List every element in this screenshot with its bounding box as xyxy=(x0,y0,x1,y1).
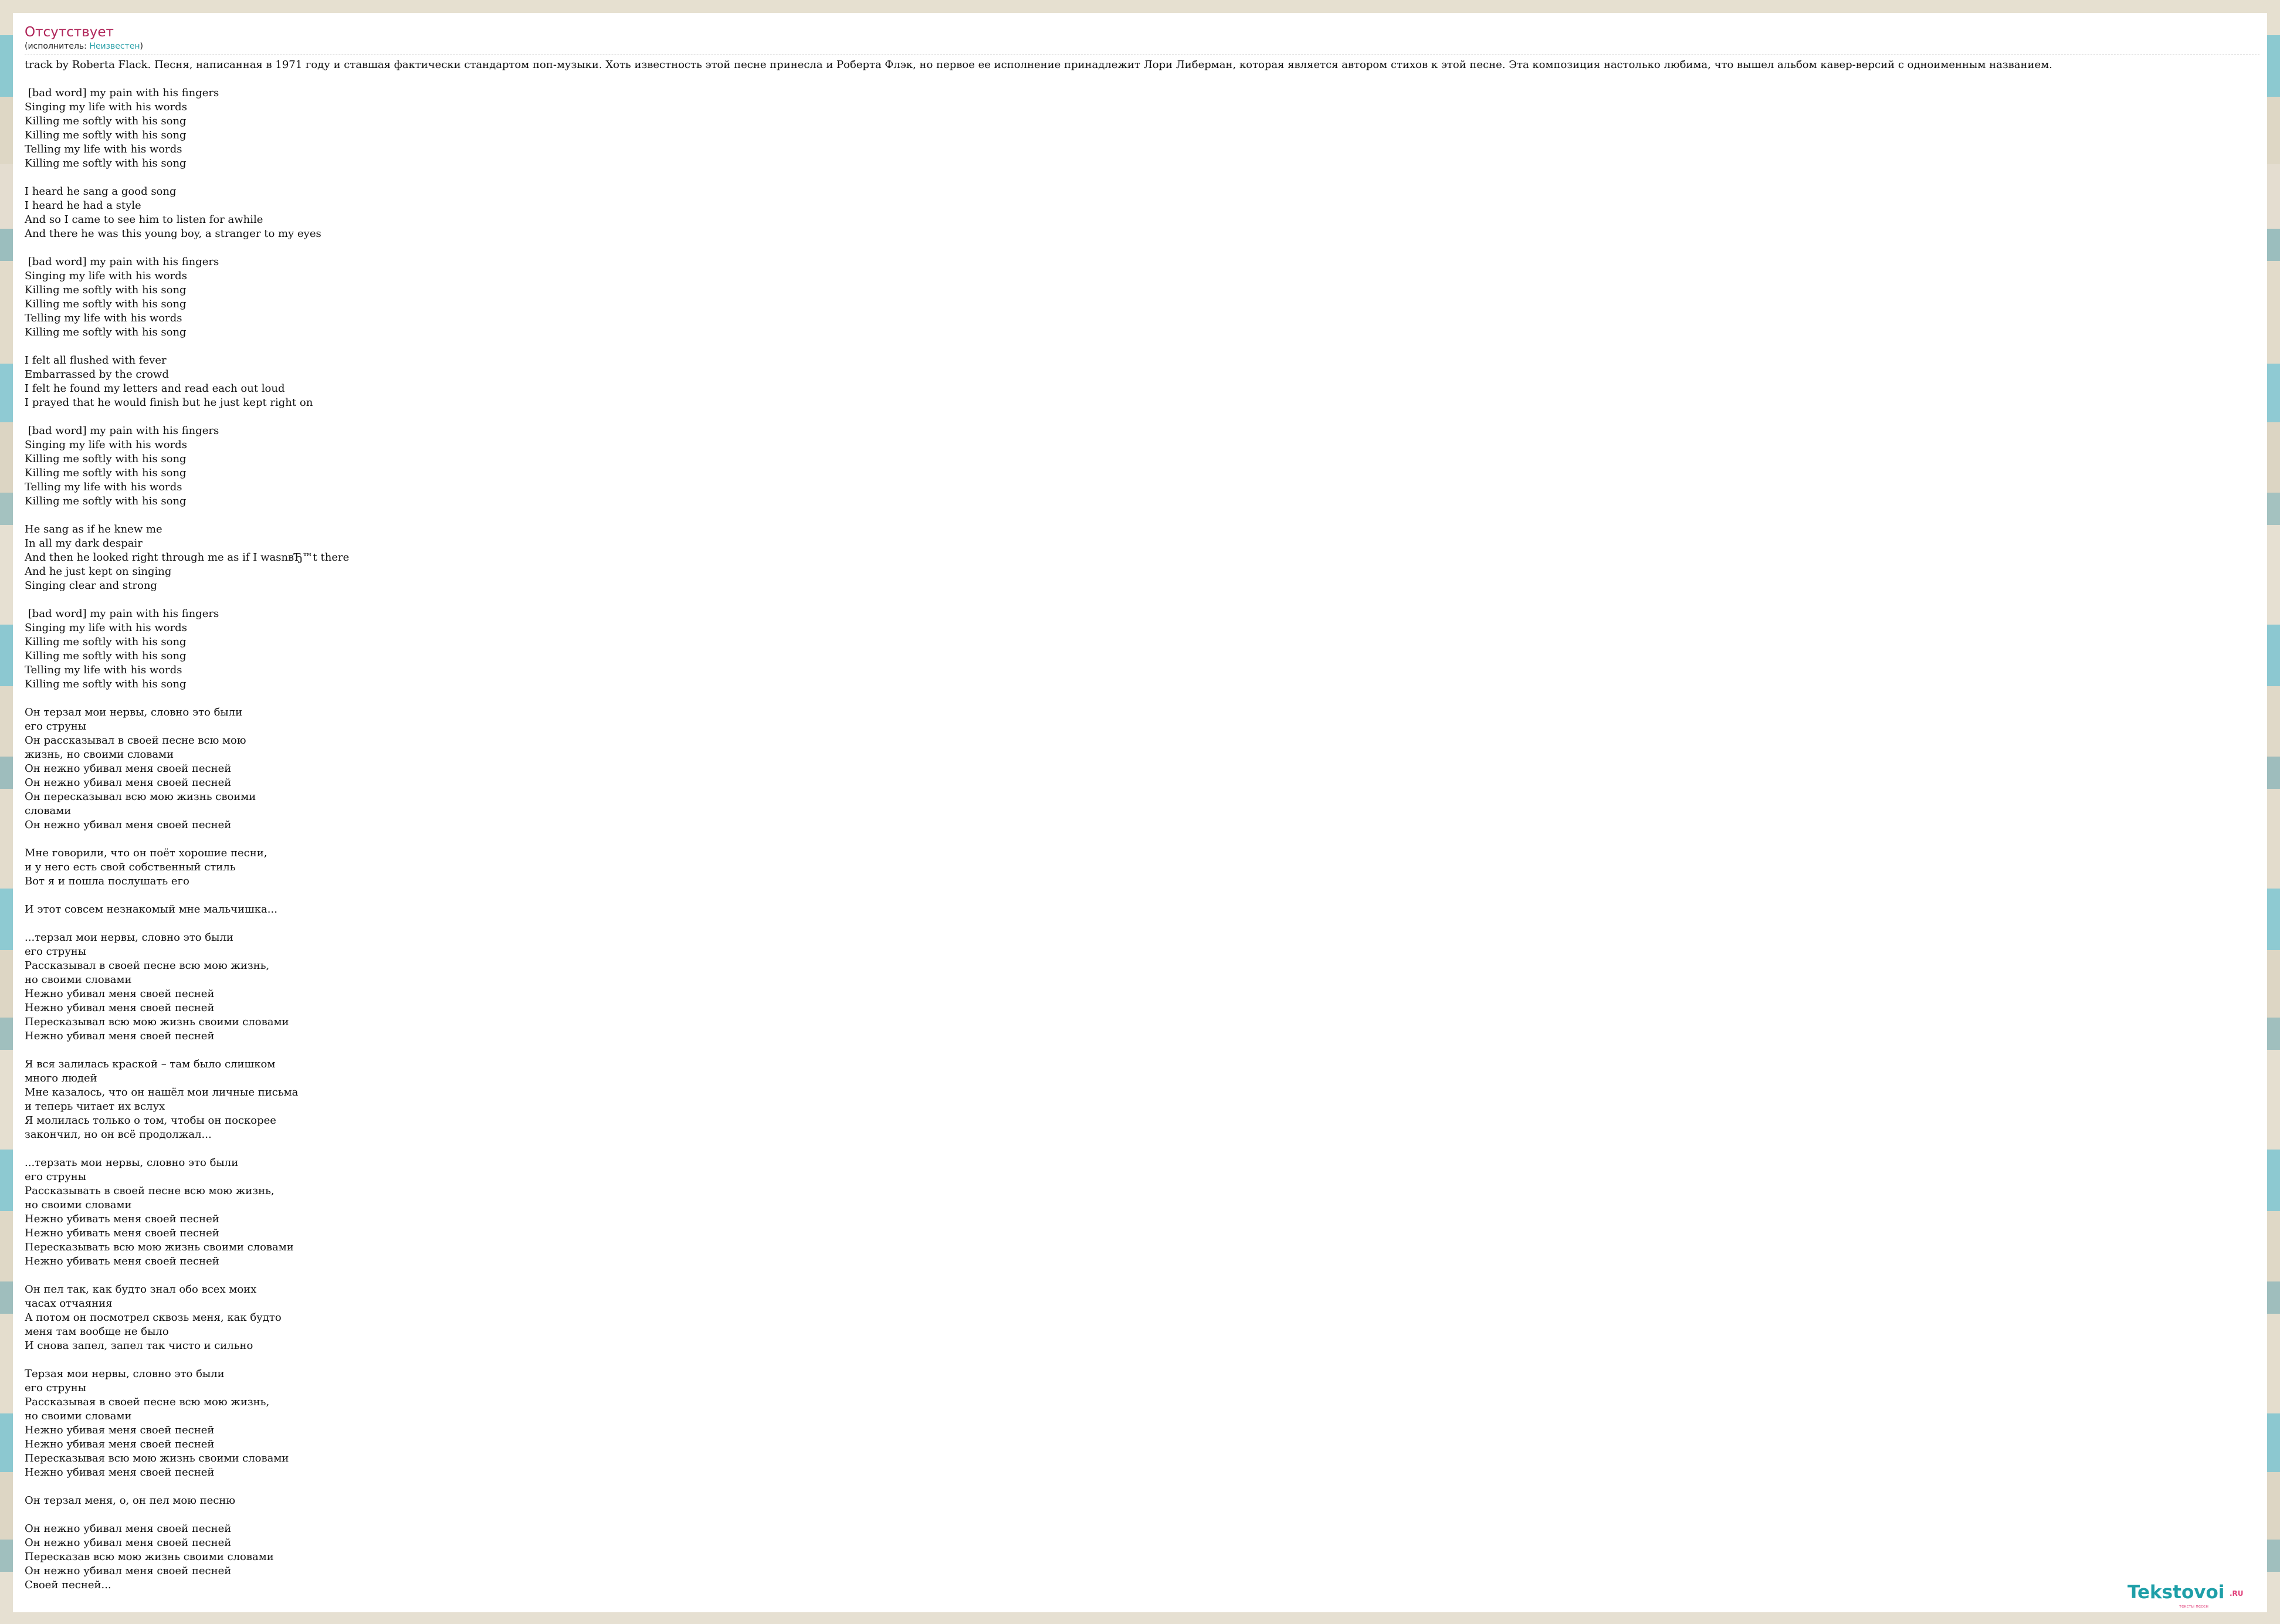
performer-prefix: (исполнитель: xyxy=(25,42,90,51)
lyrics-text: [bad word] my pain with his fingers Sing… xyxy=(25,87,350,1591)
lyrics-page: Отсутствует (исполнитель: Неизвестен) tr… xyxy=(13,13,2267,1612)
performer-line: (исполнитель: Неизвестен) xyxy=(25,41,2259,55)
logo-tagline: тексты песен xyxy=(2179,1604,2208,1609)
song-title: Отсутствует xyxy=(25,25,114,40)
song-description: track by Roberta Flack. Песня, написанна… xyxy=(25,59,2052,71)
performer-suffix: ) xyxy=(140,42,143,51)
site-logo[interactable]: Tekstovoi .RU тексты песен xyxy=(2127,1582,2251,1611)
performer-link[interactable]: Неизвестен xyxy=(89,42,140,51)
logo-name: Tekstovoi xyxy=(2127,1582,2225,1603)
logo-suffix: .RU xyxy=(2230,1589,2244,1598)
